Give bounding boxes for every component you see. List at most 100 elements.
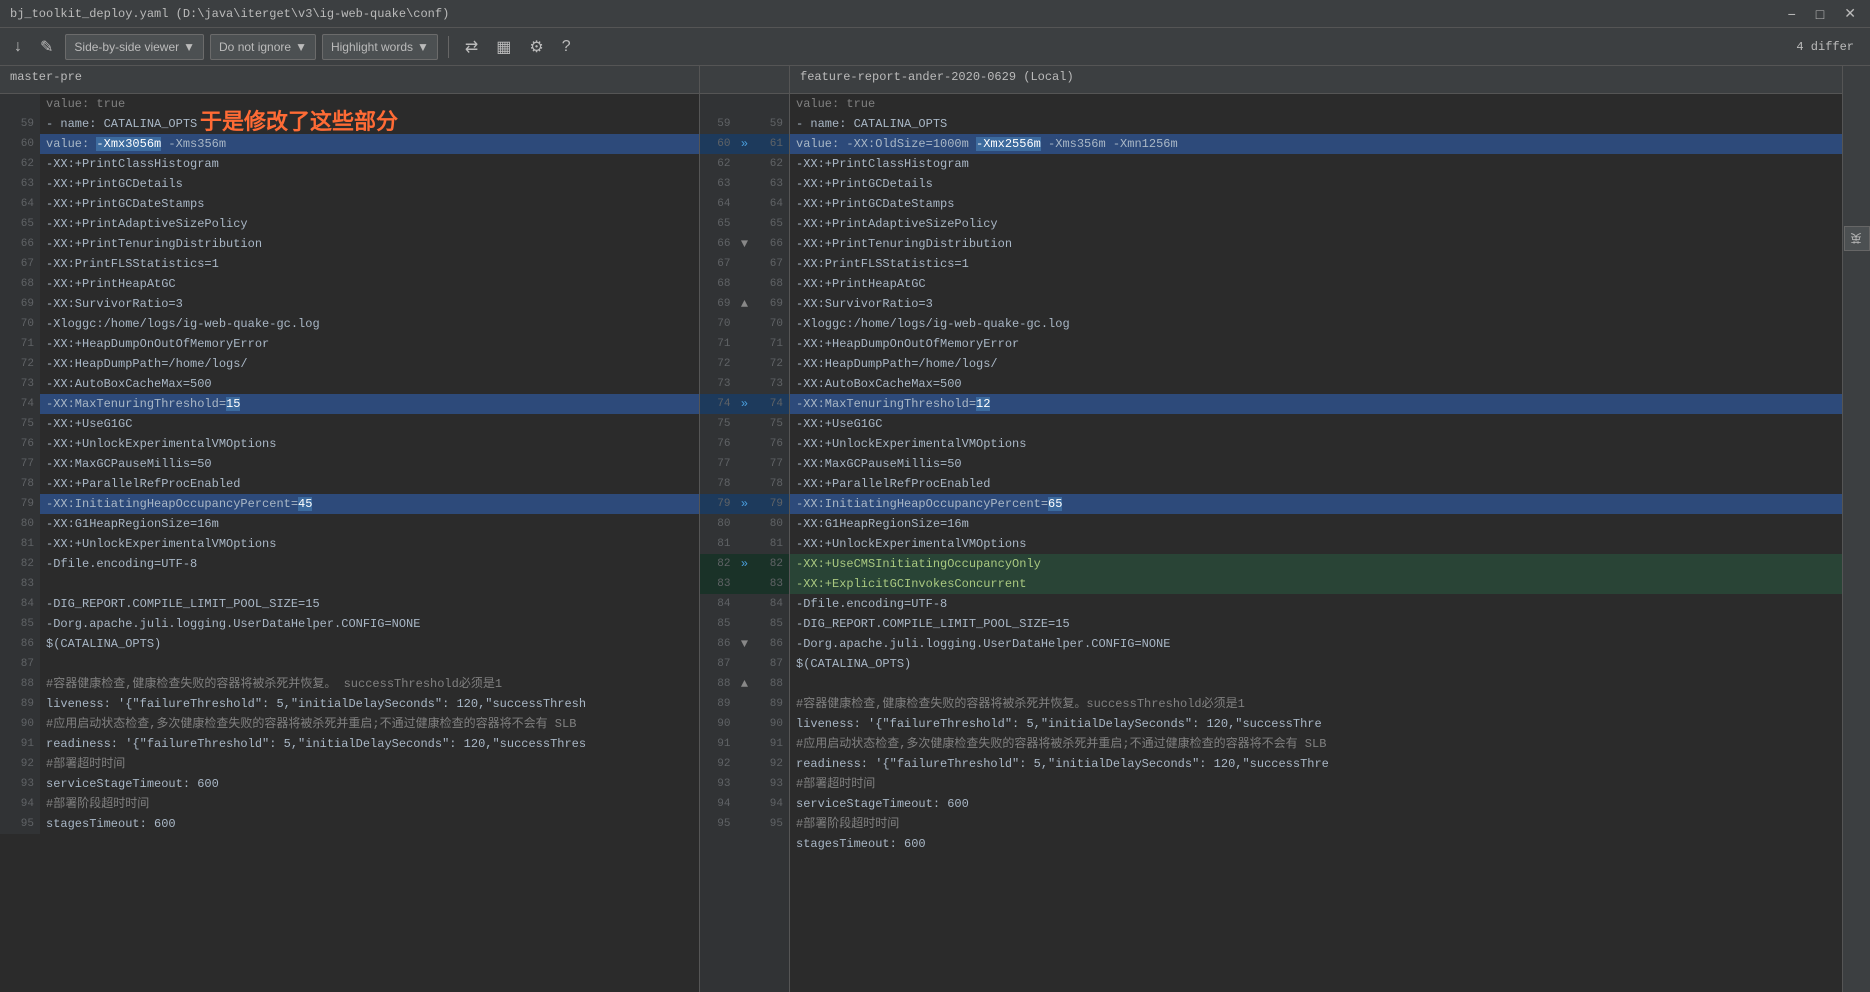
gutter-row: 74 » 74: [700, 394, 789, 414]
diff-container[interactable]: value: true 59 - name: CATALINA_OPTS 60 …: [0, 94, 1870, 992]
settings-icon[interactable]: ⚙: [523, 35, 549, 59]
window-title: bj_toolkit_deploy.yaml (D:\java\iterget\…: [10, 7, 449, 21]
table-row: -XX:+PrintHeapAtGC: [790, 274, 1870, 294]
ignore-chevron-icon: ▼: [295, 40, 307, 54]
table-row: 84 -DIG_REPORT.COMPILE_LIMIT_POOL_SIZE=1…: [0, 594, 699, 614]
gutter-row: 70 70: [700, 314, 789, 334]
gutter-row: 82 » 82: [700, 554, 789, 574]
gutter-row: 66 ▼ 66: [700, 234, 789, 254]
minimize-button[interactable]: −: [1784, 5, 1800, 22]
table-row: -XX:HeapDumpPath=/home/logs/: [790, 354, 1870, 374]
table-row: -XX:+UseG1GC: [790, 414, 1870, 434]
close-button[interactable]: ✕: [1840, 5, 1860, 22]
table-row: 94 #部署阶段超时时间: [0, 794, 699, 814]
table-row: 75 -XX:+UseG1GC: [0, 414, 699, 434]
gutter-row: 89 89: [700, 694, 789, 714]
gutter-row: 81 81: [700, 534, 789, 554]
table-row: -XX:+UseCMSInitiatingOccupancyOnly: [790, 554, 1870, 574]
highlight-dropdown[interactable]: Highlight words ▼: [322, 34, 438, 60]
branch-headers: master-pre feature-report-ander-2020-062…: [0, 66, 1870, 94]
table-row: 60 value: -Xmx3056m -Xms356m: [0, 134, 699, 154]
right-branch-name: feature-report-ander-2020-0629 (Local): [800, 70, 1074, 84]
gutter-row: 65 65: [700, 214, 789, 234]
ignore-dropdown[interactable]: Do not ignore ▼: [210, 34, 316, 60]
table-row: -XX:+PrintTenuringDistribution: [790, 234, 1870, 254]
gutter-row: 87 87: [700, 654, 789, 674]
table-row: 87: [0, 654, 699, 674]
gutter-row: 62 62: [700, 154, 789, 174]
table-row: -XX:+PrintGCDetails: [790, 174, 1870, 194]
viewer-chevron-icon: ▼: [183, 40, 195, 54]
diff-count: 4 differ: [1796, 40, 1854, 54]
gutter-row: 72 72: [700, 354, 789, 374]
table-row: readiness: '{"failureThreshold": 5,"init…: [790, 754, 1870, 774]
table-row: -XX:+ExplicitGCInvokesConcurrent: [790, 574, 1870, 594]
table-row: #应用启动状态检查,多次健康检查失败的容器将被杀死并重启;不通过健康检查的容器将…: [790, 734, 1870, 754]
table-row: value: true: [790, 94, 1870, 114]
table-row: -XX:+UnlockExperimentalVMOptions: [790, 434, 1870, 454]
left-diff-pane: value: true 59 - name: CATALINA_OPTS 60 …: [0, 94, 700, 992]
table-row: #容器健康检查,健康检查失败的容器将被杀死并恢复。successThreshol…: [790, 694, 1870, 714]
table-row: 78 -XX:+ParallelRefProcEnabled: [0, 474, 699, 494]
table-row: 86 $(CATALINA_OPTS): [0, 634, 699, 654]
table-row: -Dfile.encoding=UTF-8: [790, 594, 1870, 614]
sync-icon[interactable]: ⇄: [459, 35, 484, 59]
table-row: value: true: [0, 94, 699, 114]
table-row: 72 -XX:HeapDumpPath=/home/logs/: [0, 354, 699, 374]
table-row: 63 -XX:+PrintGCDetails: [0, 174, 699, 194]
gutter-row: 77 77: [700, 454, 789, 474]
table-row: 88 #容器健康检查,健康检查失败的容器将被杀死并恢复。 successThre…: [0, 674, 699, 694]
viewer-label: Side-by-side viewer: [74, 40, 179, 54]
table-row: -XX:+PrintAdaptiveSizePolicy: [790, 214, 1870, 234]
prev-change-button[interactable]: ↓: [8, 36, 28, 58]
edit-button[interactable]: ✎: [34, 35, 59, 59]
table-row: 85 -Dorg.apache.juli.logging.UserDataHel…: [0, 614, 699, 634]
table-row: -XX:+HeapDumpOnOutOfMemoryError: [790, 334, 1870, 354]
side-panel: 英: [1842, 94, 1870, 992]
table-row: 77 -XX:MaxGCPauseMillis=50: [0, 454, 699, 474]
gutter-header: [700, 66, 790, 93]
table-row: 65 -XX:+PrintAdaptiveSizePolicy: [0, 214, 699, 234]
table-row: -XX:+UnlockExperimentalVMOptions: [790, 534, 1870, 554]
left-branch-label: master-pre: [0, 66, 700, 93]
table-row: [790, 674, 1870, 694]
table-row: 90 #应用启动状态检查,多次健康检查失败的容器将被杀死并重启;不通过健康检查的…: [0, 714, 699, 734]
table-row: 73 -XX:AutoBoxCacheMax=500: [0, 374, 699, 394]
gutter-row: 63 63: [700, 174, 789, 194]
table-row: 79 -XX:InitiatingHeapOccupancyPercent=45: [0, 494, 699, 514]
gutter-row: 67 67: [700, 254, 789, 274]
table-row: 95 stagesTimeout: 600: [0, 814, 699, 834]
gutter-row: 76 76: [700, 434, 789, 454]
table-row: 71 -XX:+HeapDumpOnOutOfMemoryError: [0, 334, 699, 354]
gutter-row: 91 91: [700, 734, 789, 754]
table-row: -XX:MaxTenuringThreshold=12: [790, 394, 1870, 414]
gutter-row: 78 78: [700, 474, 789, 494]
table-row: 81 -XX:+UnlockExperimentalVMOptions: [0, 534, 699, 554]
help-icon[interactable]: ?: [556, 36, 577, 58]
gutter-row: 90 90: [700, 714, 789, 734]
table-row: 67 -XX:PrintFLSStatistics=1: [0, 254, 699, 274]
right-diff-pane: value: true - name: CATALINA_OPTS value:…: [790, 94, 1870, 992]
side-panel-lang-button[interactable]: 英: [1844, 226, 1870, 251]
gutter-row: 64 64: [700, 194, 789, 214]
table-row: -XX:PrintFLSStatistics=1: [790, 254, 1870, 274]
table-row: 82 -Dfile.encoding=UTF-8: [0, 554, 699, 574]
gutter-row: 80 80: [700, 514, 789, 534]
gutter-row: 94 94: [700, 794, 789, 814]
restore-button[interactable]: □: [1812, 5, 1828, 22]
window-controls[interactable]: − □ ✕: [1784, 5, 1860, 22]
table-row: 68 -XX:+PrintHeapAtGC: [0, 274, 699, 294]
diff-gutter: 59 59 60 » 61 62 62 63 63 64 64 65: [700, 94, 790, 992]
gutter-row: 71 71: [700, 334, 789, 354]
table-row: 62 -XX:+PrintClassHistogram: [0, 154, 699, 174]
gutter-row: 79 » 79: [700, 494, 789, 514]
gutter-row: 68 68: [700, 274, 789, 294]
table-row: -XX:G1HeapRegionSize=16m: [790, 514, 1870, 534]
layout-icon[interactable]: ▦: [490, 35, 517, 59]
table-row: 64 -XX:+PrintGCDateStamps: [0, 194, 699, 214]
gutter-row: 86 ▼ 86: [700, 634, 789, 654]
viewer-dropdown[interactable]: Side-by-side viewer ▼: [65, 34, 204, 60]
table-row: 80 -XX:G1HeapRegionSize=16m: [0, 514, 699, 534]
table-row: -XX:+PrintClassHistogram: [790, 154, 1870, 174]
left-branch-name: master-pre: [10, 70, 82, 84]
